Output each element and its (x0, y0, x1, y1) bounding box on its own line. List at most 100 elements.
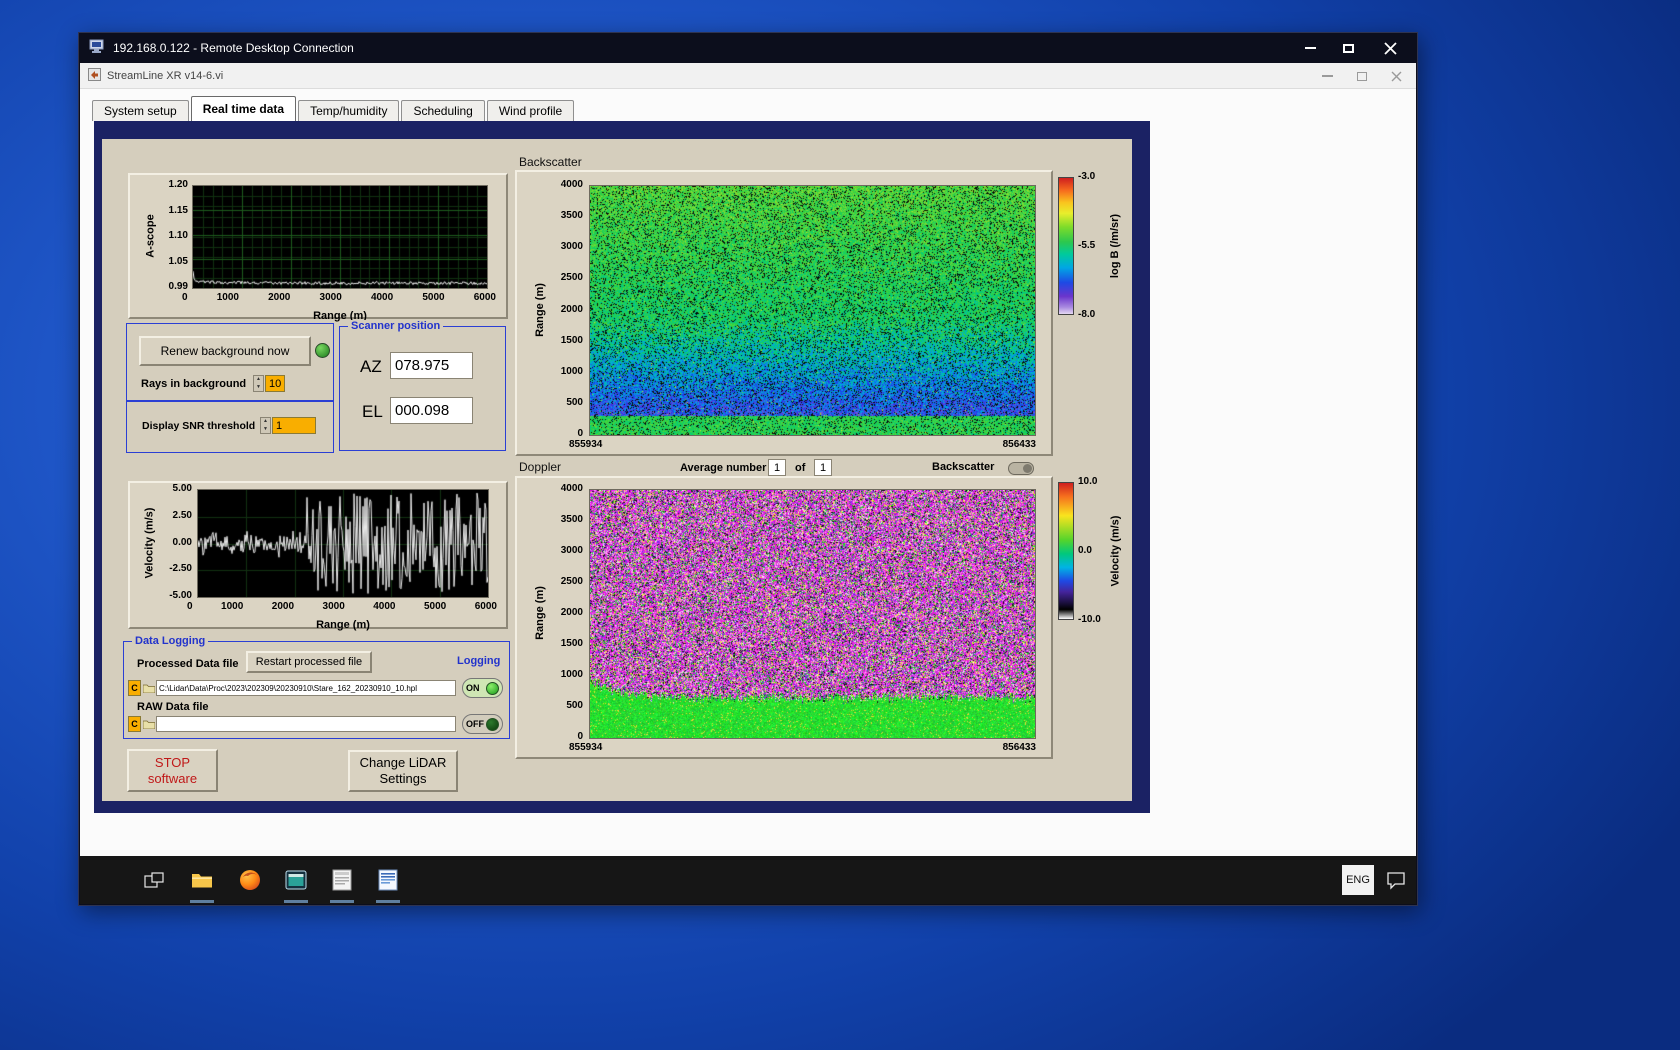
processed-browse-folder-icon[interactable] (142, 680, 155, 696)
backscatter-y-ticks: 4000 3500 3000 2500 2000 1500 1000 500 0 (560, 179, 583, 439)
backscatter-x-end: 856433 (1002, 439, 1036, 450)
rdp-maximize-button[interactable] (1329, 36, 1367, 60)
app-window: StreamLine XR v14-6.vi System setup Real… (80, 63, 1416, 856)
tab-scheduling[interactable]: Scheduling (401, 100, 485, 121)
doppler-plot-frame: Range (m) 4000 3500 3000 2500 2000 1500 1000 50… (515, 476, 1053, 759)
scanner-position-title: Scanner position (348, 320, 444, 332)
ascope-plot-frame: A-scope 1.20 1.15 1.10 1.05 0.99 0 1000 2000 30… (128, 173, 508, 322)
scan-scheduler-icon[interactable] (330, 868, 354, 892)
ascope-x-ticks: 0 1000 2000 3000 4000 5000 6000 (182, 292, 496, 303)
raw-logging-toggle[interactable]: OFF (462, 714, 503, 734)
rdp-window: 192.168.0.122 - Remote Desktop Connectio… (78, 32, 1418, 906)
screenshot-app-active-indicator (284, 900, 308, 903)
doppler-heatmap (589, 489, 1036, 739)
screenshot-app-icon[interactable] (284, 868, 308, 892)
ascope-x-axis-label: Range (m) (313, 310, 367, 322)
firefox-icon[interactable] (238, 868, 262, 892)
velocity-x-ticks: 0 1000 2000 3000 4000 5000 6000 (187, 601, 497, 612)
tab-real-time-data[interactable]: Real time data (190, 96, 297, 121)
raw-drive-box[interactable]: C (128, 716, 141, 732)
doppler-colorbar-label: Velocity (m/s) (1109, 515, 1122, 587)
processed-path-field[interactable]: C:\Lidar\Data\Proc\2023\202309\20230910\… (156, 680, 456, 696)
velocity-y-axis-label: Velocity (m/s) (143, 507, 156, 578)
backscatter-plot-frame: Range (m) 4000 3500 3000 2500 2000 1500 1000 50… (515, 170, 1053, 456)
rays-value[interactable]: 10 (265, 375, 285, 392)
app-close-button[interactable] (1391, 71, 1402, 82)
tab-temp-humidity[interactable]: Temp/humidity (298, 100, 400, 121)
ascope-plot (192, 185, 488, 289)
of-label: of (795, 462, 806, 474)
rdp-minimize-button[interactable] (1291, 36, 1329, 60)
rdp-computer-icon (89, 39, 105, 57)
stop-button-line1: STOP (154, 754, 191, 770)
rdp-close-button[interactable] (1367, 36, 1413, 60)
backscatter-y-axis-label: Range (m) (534, 282, 546, 337)
snr-value[interactable]: 1 (272, 417, 316, 434)
change-lidar-settings-button[interactable]: Change LiDAR Settings (348, 750, 458, 792)
average-number-label: Average number (680, 462, 767, 474)
average-of-value[interactable]: 1 (814, 459, 832, 476)
on-label: ON (466, 683, 480, 693)
doppler-colorbar-ticks: 10.0 0.0 -10.0 (1078, 476, 1101, 625)
snr-spinner[interactable]: ▲ ▼ (260, 417, 271, 434)
notes-app-icon[interactable] (376, 868, 400, 892)
velocity-plot-frame: Velocity (m/s) 5.00 2.50 0.00 -2.50 -5.00 01… (128, 481, 508, 631)
task-view-icon[interactable] (142, 868, 166, 892)
raw-path-field[interactable] (156, 716, 456, 732)
logging-label: Logging (457, 655, 501, 667)
file-explorer-icon[interactable] (190, 868, 214, 892)
vi-panel: A-scope 1.20 1.15 1.10 1.05 0.99 0 1000 2000 30… (102, 139, 1132, 801)
rays-spinner[interactable]: ▲ ▼ (253, 375, 264, 392)
stop-button-line2: software (147, 770, 198, 786)
processed-drive-box[interactable]: C (128, 680, 141, 696)
app-minimize-button[interactable] (1322, 75, 1333, 77)
backscatter-x-start: 855934 (569, 439, 603, 450)
backscatter-colorbar (1058, 177, 1074, 315)
snr-group: Display SNR threshold ▲ ▼ 1 (126, 401, 334, 453)
average-number-value[interactable]: 1 (768, 459, 786, 476)
ascope-y-ticks: 1.20 1.15 1.10 1.05 0.99 (168, 179, 188, 292)
raw-data-file-label: RAW Data file (137, 701, 209, 713)
doppler-x-start: 855934 (569, 742, 603, 753)
notes-app-active-indicator (376, 900, 400, 903)
notification-icon[interactable] (1384, 868, 1408, 892)
renew-background-button[interactable]: Renew background now (139, 336, 311, 366)
language-indicator[interactable]: ENG (1342, 865, 1374, 895)
backscatter-toggle[interactable] (1008, 462, 1034, 475)
backscatter-section-title: Backscatter (519, 155, 582, 169)
app-window-buttons (1322, 63, 1402, 89)
el-label: EL (362, 402, 383, 421)
off-led (486, 717, 499, 731)
raw-browse-folder-icon[interactable] (142, 716, 155, 732)
velocity-plot (197, 489, 489, 598)
app-titlebar: StreamLine XR v14-6.vi (80, 63, 1416, 89)
doppler-y-ticks: 4000 3500 3000 2500 2000 1500 1000 500 0 (560, 483, 583, 742)
backscatter-colorbar-label: log B (/m/sr) (1109, 213, 1122, 279)
el-value[interactable]: 000.098 (390, 397, 473, 424)
backscatter-heatmap (589, 185, 1036, 436)
data-logging-group: Data Logging Processed Data file Restart… (123, 635, 510, 739)
doppler-x-end: 856433 (1002, 742, 1036, 753)
background-led (315, 343, 330, 358)
restart-processed-file-button[interactable]: Restart processed file (246, 651, 372, 673)
background-group: Renew background now Rays in background … (126, 323, 334, 401)
on-led (486, 681, 499, 695)
app-maximize-button[interactable] (1357, 71, 1367, 81)
doppler-colorbar (1058, 482, 1074, 620)
scanner-position-group: Scanner position AZ 078.975 EL 000.098 (339, 320, 506, 451)
stop-software-button[interactable]: STOP software (127, 749, 218, 792)
tab-wind-profile[interactable]: Wind profile (486, 100, 575, 121)
backscatter-toggle-label: Backscatter (932, 461, 995, 473)
vi-panel-frame: A-scope 1.20 1.15 1.10 1.05 0.99 0 1000 2000 30… (94, 121, 1150, 813)
file-explorer-active-indicator (190, 900, 214, 903)
data-logging-title: Data Logging (132, 635, 209, 647)
taskbar: ENG (80, 856, 1416, 904)
change-button-line1: Change LiDAR (359, 755, 447, 770)
doppler-section-title: Doppler (519, 460, 562, 474)
tab-system-setup[interactable]: System setup (92, 100, 189, 121)
velocity-y-ticks: 5.00 2.50 0.00 -2.50 -5.00 (169, 483, 192, 601)
az-value[interactable]: 078.975 (390, 352, 473, 379)
velocity-x-axis-label: Range (m) (316, 619, 370, 631)
processed-data-file-label: Processed Data file (137, 658, 239, 670)
processed-logging-toggle[interactable]: ON (462, 678, 503, 698)
